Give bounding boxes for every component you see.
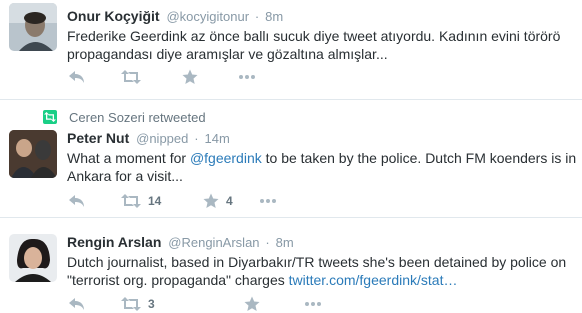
reply-button[interactable]	[69, 294, 85, 313]
reply-icon	[69, 71, 84, 83]
mention-link[interactable]: @fgeerdink	[190, 150, 262, 166]
reply-icon	[69, 298, 84, 310]
retweet-icon	[121, 297, 141, 311]
avatar-photo	[9, 3, 57, 51]
tweet-item[interactable]: Rengin Arslan @RenginArslan · 8m Dutch j…	[0, 218, 582, 313]
more-button[interactable]	[305, 294, 321, 313]
star-icon	[203, 193, 219, 208]
tweet-text: Dutch journalist, based in Diyarbakır/TR…	[67, 253, 577, 289]
retweet-button[interactable]	[121, 67, 148, 87]
favorite-button[interactable]	[182, 67, 205, 87]
reply-icon	[69, 195, 84, 207]
separator: ·	[194, 131, 199, 146]
reply-button[interactable]	[69, 191, 85, 211]
tweet-header: Onur Koçyiğit @kocyigitonur · 8m	[67, 6, 576, 26]
retweeted-by[interactable]: Ceren Sozeri retweeted	[69, 110, 206, 125]
tweet-text: Frederike Geerdink az önce ballı sucuk d…	[67, 28, 561, 62]
more-icon	[239, 75, 255, 79]
more-icon	[260, 199, 276, 203]
url-link[interactable]: twitter.com/fgeerdink/stat…	[289, 272, 458, 288]
fullname[interactable]: Peter Nut	[67, 130, 129, 146]
retweet-icon	[121, 70, 141, 84]
avatar[interactable]	[9, 234, 57, 282]
timestamp[interactable]: 8m	[265, 9, 283, 24]
separator: ·	[254, 9, 260, 24]
favorite-button[interactable]: 4	[203, 191, 233, 211]
tweet-header: Rengin Arslan @RenginArslan · 8m	[67, 232, 576, 252]
more-icon	[305, 302, 321, 306]
fullname[interactable]: Onur Koçyiğit	[67, 8, 160, 24]
avatar[interactable]	[9, 3, 57, 51]
retweet-count: 14	[148, 194, 162, 208]
retweet-context: Ceren Sozeri retweeted	[43, 110, 206, 126]
retweet-count: 3	[148, 297, 155, 311]
username[interactable]: @RenginArslan	[168, 235, 259, 250]
more-button[interactable]	[260, 191, 276, 211]
separator: ·	[265, 235, 270, 250]
tweet-item[interactable]: Onur Koçyiğit @kocyigitonur · 8m Frederi…	[0, 0, 582, 100]
avatar-photo	[9, 234, 57, 282]
timestamp[interactable]: 14m	[205, 131, 230, 146]
fullname[interactable]: Rengin Arslan	[67, 234, 161, 250]
more-button[interactable]	[239, 67, 255, 87]
reply-button[interactable]	[69, 67, 85, 87]
avatar-photo	[9, 130, 57, 178]
retweet-button[interactable]: 14	[121, 191, 161, 211]
star-icon	[244, 296, 260, 311]
tweet-header: Peter Nut @nipped · 14m	[67, 128, 576, 148]
tweet-text-part: What a moment for	[67, 150, 190, 166]
username[interactable]: @nipped	[136, 131, 188, 146]
timestamp[interactable]: 8m	[276, 235, 294, 250]
retweet-button[interactable]: 3	[121, 294, 155, 313]
tweet-text: What a moment for @fgeerdink to be taken…	[67, 149, 577, 185]
retweet-icon	[121, 194, 141, 208]
username[interactable]: @kocyigitonur	[166, 9, 249, 24]
tweet-item[interactable]: Ceren Sozeri retweeted Peter Nut @nipped…	[0, 100, 582, 218]
favorite-button[interactable]	[244, 294, 267, 313]
star-icon	[182, 69, 198, 84]
avatar[interactable]	[9, 130, 57, 178]
retweet-context-icon	[43, 110, 57, 124]
favorite-count: 4	[226, 194, 233, 208]
